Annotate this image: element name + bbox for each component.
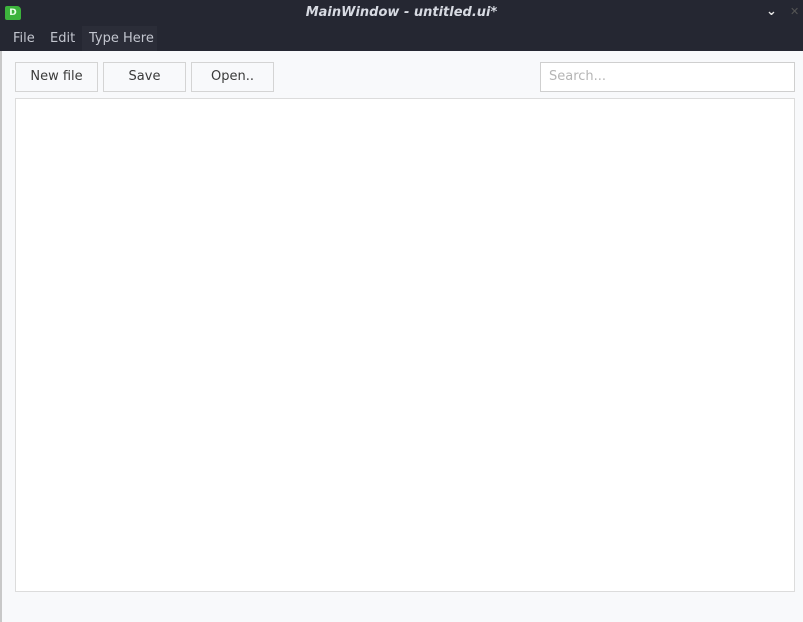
search-placeholder: Search... xyxy=(549,69,607,84)
menu-type-here[interactable]: Type Here xyxy=(89,31,154,46)
search-input[interactable]: Search... xyxy=(540,62,795,92)
chevron-down-icon[interactable]: ⌄ xyxy=(766,4,777,19)
title-bar: D MainWindow - untitled.ui* ⌄ ✕ xyxy=(0,0,803,26)
text-editor-area[interactable] xyxy=(15,98,795,592)
new-file-button[interactable]: New file xyxy=(15,62,98,92)
save-button[interactable]: Save xyxy=(103,62,186,92)
window-title: MainWindow - untitled.ui* xyxy=(305,5,498,20)
menu-file[interactable]: File xyxy=(13,31,35,46)
close-icon[interactable]: ✕ xyxy=(790,5,799,18)
menu-edit[interactable]: Edit xyxy=(50,31,75,46)
menu-bar: File Edit Type Here xyxy=(0,26,803,51)
window-frame-edge xyxy=(0,51,2,622)
open-button[interactable]: Open.. xyxy=(191,62,274,92)
